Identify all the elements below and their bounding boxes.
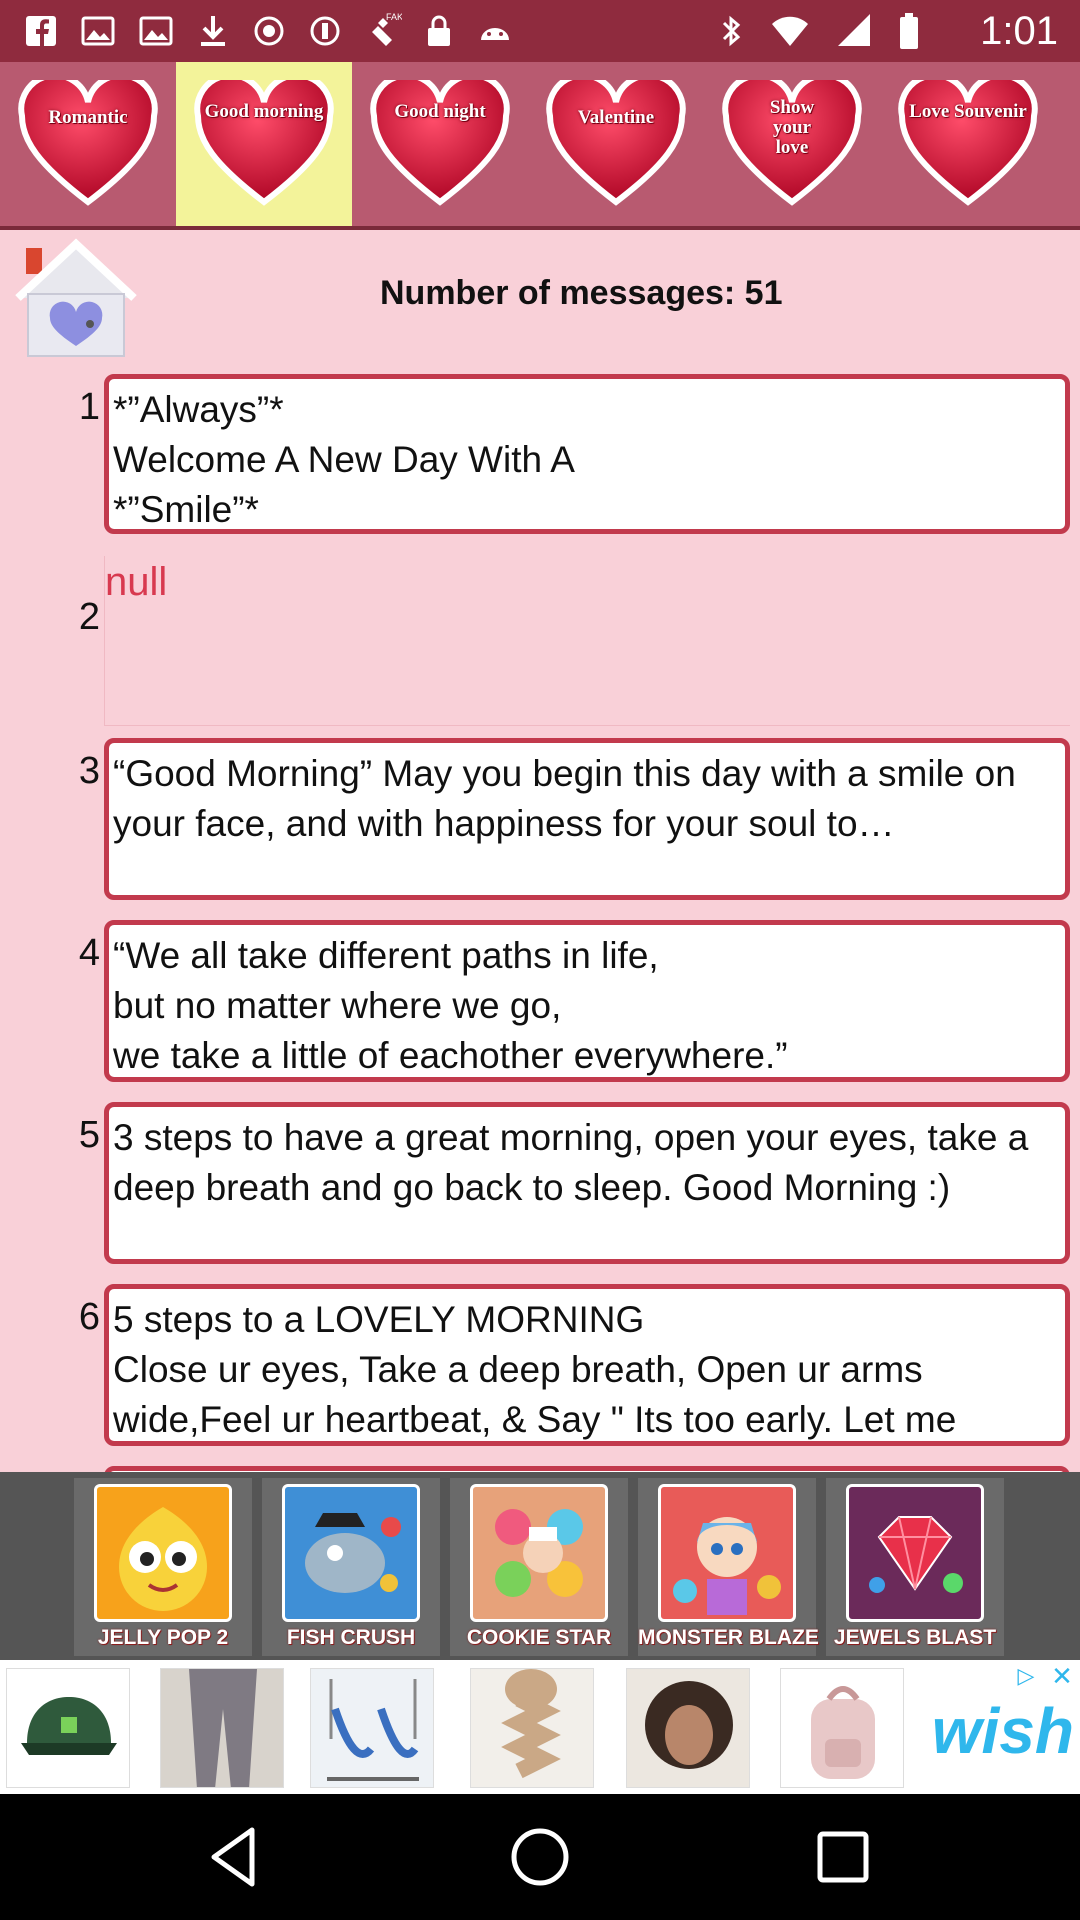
game-thumbnail: [658, 1484, 796, 1622]
signal-icon: [836, 10, 872, 62]
game-cookie-star[interactable]: COOKIE STAR: [450, 1478, 628, 1656]
message-number: 3: [78, 750, 100, 792]
svg-text:FAKE: FAKE: [386, 12, 402, 22]
heart-icon: Valentine: [546, 80, 686, 208]
navigation-bar: [0, 1794, 1080, 1920]
game-thumbnail: [470, 1484, 608, 1622]
record-icon: [308, 10, 342, 61]
tab-love-souvenir[interactable]: Love Souvenir: [880, 62, 1056, 226]
heart-icon: Good morning: [194, 80, 334, 208]
leggings-icon[interactable]: [160, 1668, 284, 1788]
home-icon: [15, 238, 137, 357]
status-bar: FAKE 1:01: [0, 0, 1080, 62]
tab-label: Good morning: [204, 101, 324, 122]
hammock-chair-icon[interactable]: [310, 1668, 434, 1788]
message-card[interactable]: 5 steps to a LOVELY MORNING Close ur eye…: [104, 1284, 1070, 1446]
record-icon: [252, 10, 286, 61]
message-number: 4: [78, 932, 100, 974]
backpack-icon[interactable]: [780, 1668, 904, 1788]
game-thumbnail: [94, 1484, 232, 1622]
braid-icon[interactable]: [470, 1668, 594, 1788]
back-button[interactable]: [200, 1822, 270, 1892]
game-title: FISH CRUSH: [286, 1626, 416, 1649]
bluetooth-icon: [718, 10, 744, 62]
list-item[interactable]: 3 “Good Morning” May you begin this day …: [0, 738, 1080, 908]
message-number: 2: [78, 596, 100, 638]
tab-label: Show your love: [769, 97, 815, 158]
game-title: JEWELS BLAST: [833, 1626, 997, 1649]
list-item[interactable]: 6 5 steps to a LOVELY MORNING Close ur e…: [0, 1284, 1080, 1454]
clock: 1:01: [980, 9, 1058, 53]
recents-button[interactable]: [808, 1822, 878, 1892]
system-icons: [718, 10, 920, 62]
game-thumbnail: [282, 1484, 420, 1622]
message-card[interactable]: “We all take different paths in life, bu…: [104, 920, 1070, 1082]
lock-icon: [424, 10, 454, 61]
tab-valentine[interactable]: Valentine: [528, 62, 704, 226]
games-ad-strip: JELLY POP 2 FISH CRUSH COOKIE STAR MONST…: [0, 1472, 1080, 1660]
download-icon: [196, 10, 230, 61]
game-fish-crush[interactable]: FISH CRUSH: [262, 1478, 440, 1656]
message-card[interactable]: null: [104, 556, 1070, 726]
image-icon: [138, 10, 174, 61]
message-card[interactable]: “Good Morning” May you begin this day wi…: [104, 738, 1070, 900]
battery-icon: [898, 10, 920, 62]
heart-icon: Show your love: [722, 80, 862, 208]
message-number: 5: [78, 1114, 100, 1156]
home-circle-icon: [511, 1828, 569, 1886]
hair-icon[interactable]: [626, 1668, 750, 1788]
tab-label: Romantic: [48, 107, 128, 128]
list-item[interactable]: 5 3 steps to have a great morning, open …: [0, 1102, 1080, 1272]
category-bar: Romantic Good morning Good night Valenti…: [0, 62, 1080, 230]
list-item[interactable]: 2 null: [0, 556, 1080, 736]
image-icon: [80, 10, 116, 61]
game-monster-blaze[interactable]: MONSTER BLAZE: [638, 1478, 819, 1656]
heart-icon: Good night: [370, 80, 510, 208]
tab-label: Love Souvenir: [909, 101, 1027, 122]
message-count: Number of messages: 51: [380, 274, 783, 312]
ad-banner[interactable]: wish ▷ ✕: [0, 1660, 1080, 1794]
wifi-icon: [770, 10, 810, 62]
game-thumbnail: [846, 1484, 984, 1622]
game-title: COOKIE STAR: [466, 1626, 612, 1649]
game-jelly-pop-2[interactable]: JELLY POP 2: [74, 1478, 252, 1656]
tab-good-morning[interactable]: Good morning: [176, 62, 352, 226]
list-item[interactable]: 1 *”Always”* Welcome A New Day With A *”…: [0, 374, 1080, 544]
message-number: 1: [78, 386, 100, 428]
recents-icon: [817, 1831, 869, 1883]
facebook-icon: [24, 10, 58, 61]
heart-icon: Romantic: [18, 80, 158, 208]
game-title: MONSTER BLAZE: [638, 1626, 819, 1649]
cap-icon[interactable]: [6, 1668, 130, 1788]
game-jewels-blast[interactable]: JEWELS BLAST: [826, 1478, 1004, 1656]
tab-romantic[interactable]: Romantic: [0, 62, 176, 226]
list-item[interactable]: 4 “We all take different paths in life, …: [0, 920, 1080, 1090]
tab-show-your-love[interactable]: Show your love: [704, 62, 880, 226]
ad-choices-icon[interactable]: ▷: [1012, 1662, 1040, 1690]
message-number: 6: [78, 1296, 100, 1338]
ad-brand-logo[interactable]: wish: [932, 1694, 1074, 1768]
home-button[interactable]: [14, 238, 138, 362]
close-icon[interactable]: ✕: [1048, 1662, 1076, 1690]
game-title: JELLY POP 2: [97, 1626, 229, 1649]
fake-gps-icon: FAKE: [364, 10, 409, 61]
tab-good-night[interactable]: Good night: [352, 62, 528, 226]
tab-label: Good night: [394, 101, 486, 122]
heart-icon: Love Souvenir: [898, 80, 1038, 208]
notification-icons: FAKE: [24, 10, 514, 61]
back-icon: [211, 1827, 255, 1887]
message-card[interactable]: 3 steps to have a great morning, open yo…: [104, 1102, 1070, 1264]
tab-label: Valentine: [577, 107, 655, 128]
android-icon: [476, 10, 514, 61]
message-list: Number of messages: 51 1 *”Always”* Welc…: [0, 230, 1080, 1472]
home-nav-button[interactable]: [505, 1822, 575, 1892]
message-card[interactable]: *”Always”* Welcome A New Day With A *”Sm…: [104, 374, 1070, 534]
